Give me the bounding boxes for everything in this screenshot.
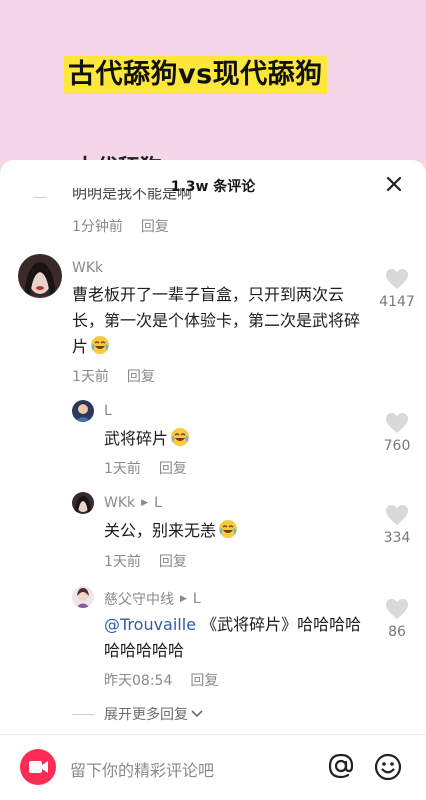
heart-icon [386,413,408,433]
avatar[interactable] [72,400,94,422]
like-count: 334 [383,530,411,546]
username-text: L [104,403,112,419]
like-count: 4147 [379,294,415,310]
comment-username[interactable]: WKk [72,260,103,276]
like-button[interactable]: 4147 [371,268,423,310]
comment-count-title: 1.3w 条评论 [170,179,256,195]
like-count: 760 [383,438,411,454]
username-text: 慈父守中线 [104,592,174,608]
reply-button[interactable]: 回复 [141,219,169,235]
heart-icon [386,269,408,289]
avatar[interactable] [72,492,94,514]
camera-icon [29,761,48,773]
heart-icon [386,505,408,525]
like-count: 86 [388,624,406,640]
reply-meta: 1天前 回复 [104,458,187,478]
reply-to-username[interactable]: L [154,495,162,511]
comment-body: 曹老板开了一辈子盲盒，只开到两次云长，第一次是个体验卡，第二次是武将碎片 [72,285,361,356]
reply-username[interactable]: 慈父守中线 ▶ L [104,589,201,609]
reply-button[interactable]: 回复 [159,461,187,477]
avatar[interactable] [72,586,94,608]
reply-username[interactable]: WKk ▶ L [104,495,162,511]
reply-time: 1天前 [104,461,141,477]
reply-body: 武将碎片 [104,429,169,448]
sheet-header: 明明是我不能是啊 1.3w 条评论 [0,160,426,210]
comment-text: 曹老板开了一辈子盲盒，只开到两次云长，第一次是个体验卡，第二次是武将碎片 [72,282,362,360]
username-text: WKk [72,260,104,276]
comment-input-bar: 留下你的精彩评论吧 [0,734,426,800]
reply-time: 1天前 [104,554,141,570]
comment-meta: 1天前 回复 [72,366,155,386]
clipped-comment-meta: 1分钟前 回复 [72,216,169,236]
crying-laughing-emoji [171,428,190,446]
expand-more-label: 展开更多回复 [104,707,188,723]
divider-line [72,713,94,715]
comment-time: 1天前 [72,369,109,385]
like-button[interactable]: 334 [371,504,423,546]
username-text: WKk [104,495,136,511]
avatar[interactable] [18,254,62,298]
video-background: 古代舔狗vs现代舔狗 古代舔狗 [0,0,426,181]
reply-meta: 昨天08:54 回复 [104,670,218,690]
video-title: 古代舔狗vs现代舔狗 [64,56,327,94]
crying-laughing-emoji [219,520,238,538]
expand-more-replies[interactable]: 展开更多回复 [72,704,204,724]
comment-sheet: 明明是我不能是啊 1.3w 条评论 1分钟前 回复 WKk 曹老板开了一辈子盲盒，… [0,160,426,800]
reply-text: 武将碎片 [104,426,190,452]
mention-link[interactable]: @Trouvaille [104,615,196,634]
reply-to-username[interactable]: L [193,591,201,607]
reply-arrow-icon: ▶ [180,594,187,604]
reply-button[interactable]: 回复 [127,369,155,385]
camera-button[interactable] [20,749,56,785]
chevron-down-icon [191,710,203,718]
reply-text: @Trouvaille 《武将碎片》哈哈哈哈哈哈哈哈哈 [104,612,366,664]
clipped-divider [34,197,46,198]
at-icon[interactable] [326,751,356,781]
reply-button[interactable]: 回复 [190,673,218,689]
like-button[interactable]: 86 [371,598,423,640]
reply-username[interactable]: L [104,403,112,419]
close-icon[interactable] [384,174,404,194]
reply-body: 关公，别来无恙 [104,521,217,540]
reply-time: 昨天08:54 [104,673,173,689]
heart-icon [386,599,408,619]
reply-text: 关公，别来无恙 [104,518,238,544]
reply-button[interactable]: 回复 [159,554,187,570]
reply-meta: 1天前 回复 [104,551,187,571]
comment-time: 1分钟前 [72,219,123,235]
emoji-icon[interactable] [374,753,402,781]
comment-input[interactable]: 留下你的精彩评论吧 [70,757,214,781]
crying-laughing-emoji [91,336,110,354]
reply-arrow-icon: ▶ [141,498,149,508]
like-button[interactable]: 760 [371,412,423,454]
